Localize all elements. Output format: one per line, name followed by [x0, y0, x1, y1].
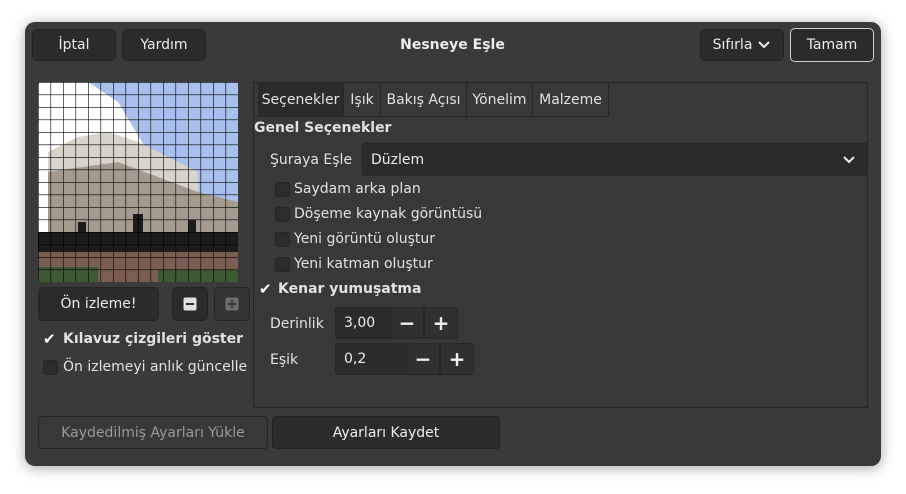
- plus-icon: +: [432, 311, 450, 335]
- minus-icon: −: [398, 311, 416, 335]
- tile-source-checkbox[interactable]: [275, 207, 290, 222]
- map-object-dialog: İptal Yardım Nesneye Eşle Sıfırla Tamam: [25, 22, 881, 466]
- ok-button-label: Tamam: [806, 37, 858, 53]
- transparent-bg-checkbox[interactable]: [275, 182, 290, 197]
- map-to-label: Şuraya Eşle: [270, 152, 353, 168]
- new-image-checkbox[interactable]: [275, 232, 290, 247]
- show-grid-checkmark-icon[interactable]: ✔: [43, 332, 56, 347]
- tab-bar: Seçenekler Işık Bakış Açısı Yönelim Malz…: [254, 83, 609, 117]
- reset-button[interactable]: Sıfırla: [700, 29, 784, 61]
- save-settings-button[interactable]: Ayarları Kaydet: [272, 416, 500, 449]
- tab-light[interactable]: Işık: [344, 83, 381, 116]
- tab-options[interactable]: Seçenekler: [258, 83, 344, 116]
- show-grid-label: Kılavuz çizgileri göster: [63, 331, 244, 347]
- plus-icon: +: [448, 347, 466, 371]
- tile-source-label: Döşeme kaynak görüntüsü: [294, 206, 483, 222]
- depth-input[interactable]: 3,00: [335, 307, 391, 339]
- preview-canvas: [38, 82, 238, 282]
- depth-value: 3,00: [344, 315, 376, 331]
- transparent-bg-label: Saydam arka plan: [294, 181, 421, 197]
- zoom-in-button[interactable]: [214, 287, 250, 321]
- antialias-label: Kenar yumuşatma: [278, 281, 422, 297]
- new-image-label: Yeni görüntü oluştur: [294, 231, 436, 247]
- preview-button[interactable]: Ön izleme!: [38, 287, 159, 321]
- zoom-out-button[interactable]: [172, 287, 208, 321]
- new-layer-checkbox[interactable]: [275, 257, 290, 272]
- live-update-checkbox[interactable]: [43, 360, 58, 375]
- reset-button-label: Sıfırla: [712, 37, 753, 53]
- tab-material[interactable]: Malzeme: [533, 83, 608, 116]
- minus-square-icon: [183, 297, 197, 311]
- plus-square-icon: [225, 297, 239, 311]
- depth-increment-button[interactable]: +: [424, 307, 458, 339]
- load-saved-settings-label: Kaydedilmiş Ayarları Yükle: [61, 424, 245, 441]
- section-title: Genel Seçenekler: [254, 120, 392, 136]
- tab-orientation-label: Yönelim: [472, 91, 527, 108]
- threshold-label: Eşik: [270, 352, 299, 368]
- map-to-value: Düzlem: [371, 151, 425, 168]
- tab-material-label: Malzeme: [539, 91, 602, 108]
- depth-label: Derinlik: [270, 316, 324, 332]
- tab-viewpoint[interactable]: Bakış Açısı: [381, 83, 467, 116]
- tab-options-label: Seçenekler: [261, 91, 340, 108]
- chevron-down-icon: [758, 41, 771, 49]
- save-settings-label: Ayarları Kaydet: [332, 424, 440, 441]
- help-button[interactable]: Yardım: [122, 29, 206, 61]
- tab-orientation[interactable]: Yönelim: [467, 83, 533, 116]
- ok-button[interactable]: Tamam: [790, 28, 874, 62]
- map-to-dropdown[interactable]: Düzlem: [362, 143, 868, 176]
- threshold-input[interactable]: 0,2: [335, 343, 407, 375]
- preview-button-label: Ön izleme!: [60, 296, 137, 312]
- threshold-value: 0,2: [344, 351, 367, 367]
- threshold-decrement-button[interactable]: −: [406, 343, 440, 375]
- new-layer-label: Yeni katman oluştur: [294, 256, 433, 272]
- threshold-increment-button[interactable]: +: [440, 343, 474, 375]
- tab-light-label: Işık: [350, 91, 374, 108]
- cancel-button[interactable]: İptal: [32, 29, 116, 61]
- options-panel: Seçenekler Işık Bakış Açısı Yönelim Malz…: [253, 82, 868, 408]
- preview-image: [38, 82, 238, 282]
- depth-decrement-button[interactable]: −: [390, 307, 424, 339]
- live-update-label: Ön izlemeyi anlık güncelle: [63, 359, 248, 375]
- cancel-button-label: İptal: [58, 37, 90, 53]
- antialias-checkmark-icon[interactable]: ✔: [259, 282, 272, 297]
- chevron-down-icon: [843, 156, 855, 164]
- minus-icon: −: [414, 347, 432, 371]
- help-button-label: Yardım: [140, 37, 188, 53]
- load-saved-settings-button[interactable]: Kaydedilmiş Ayarları Yükle: [38, 416, 268, 449]
- dialog-title: Nesneye Eşle: [400, 37, 505, 53]
- tab-viewpoint-label: Bakış Açısı: [386, 91, 461, 108]
